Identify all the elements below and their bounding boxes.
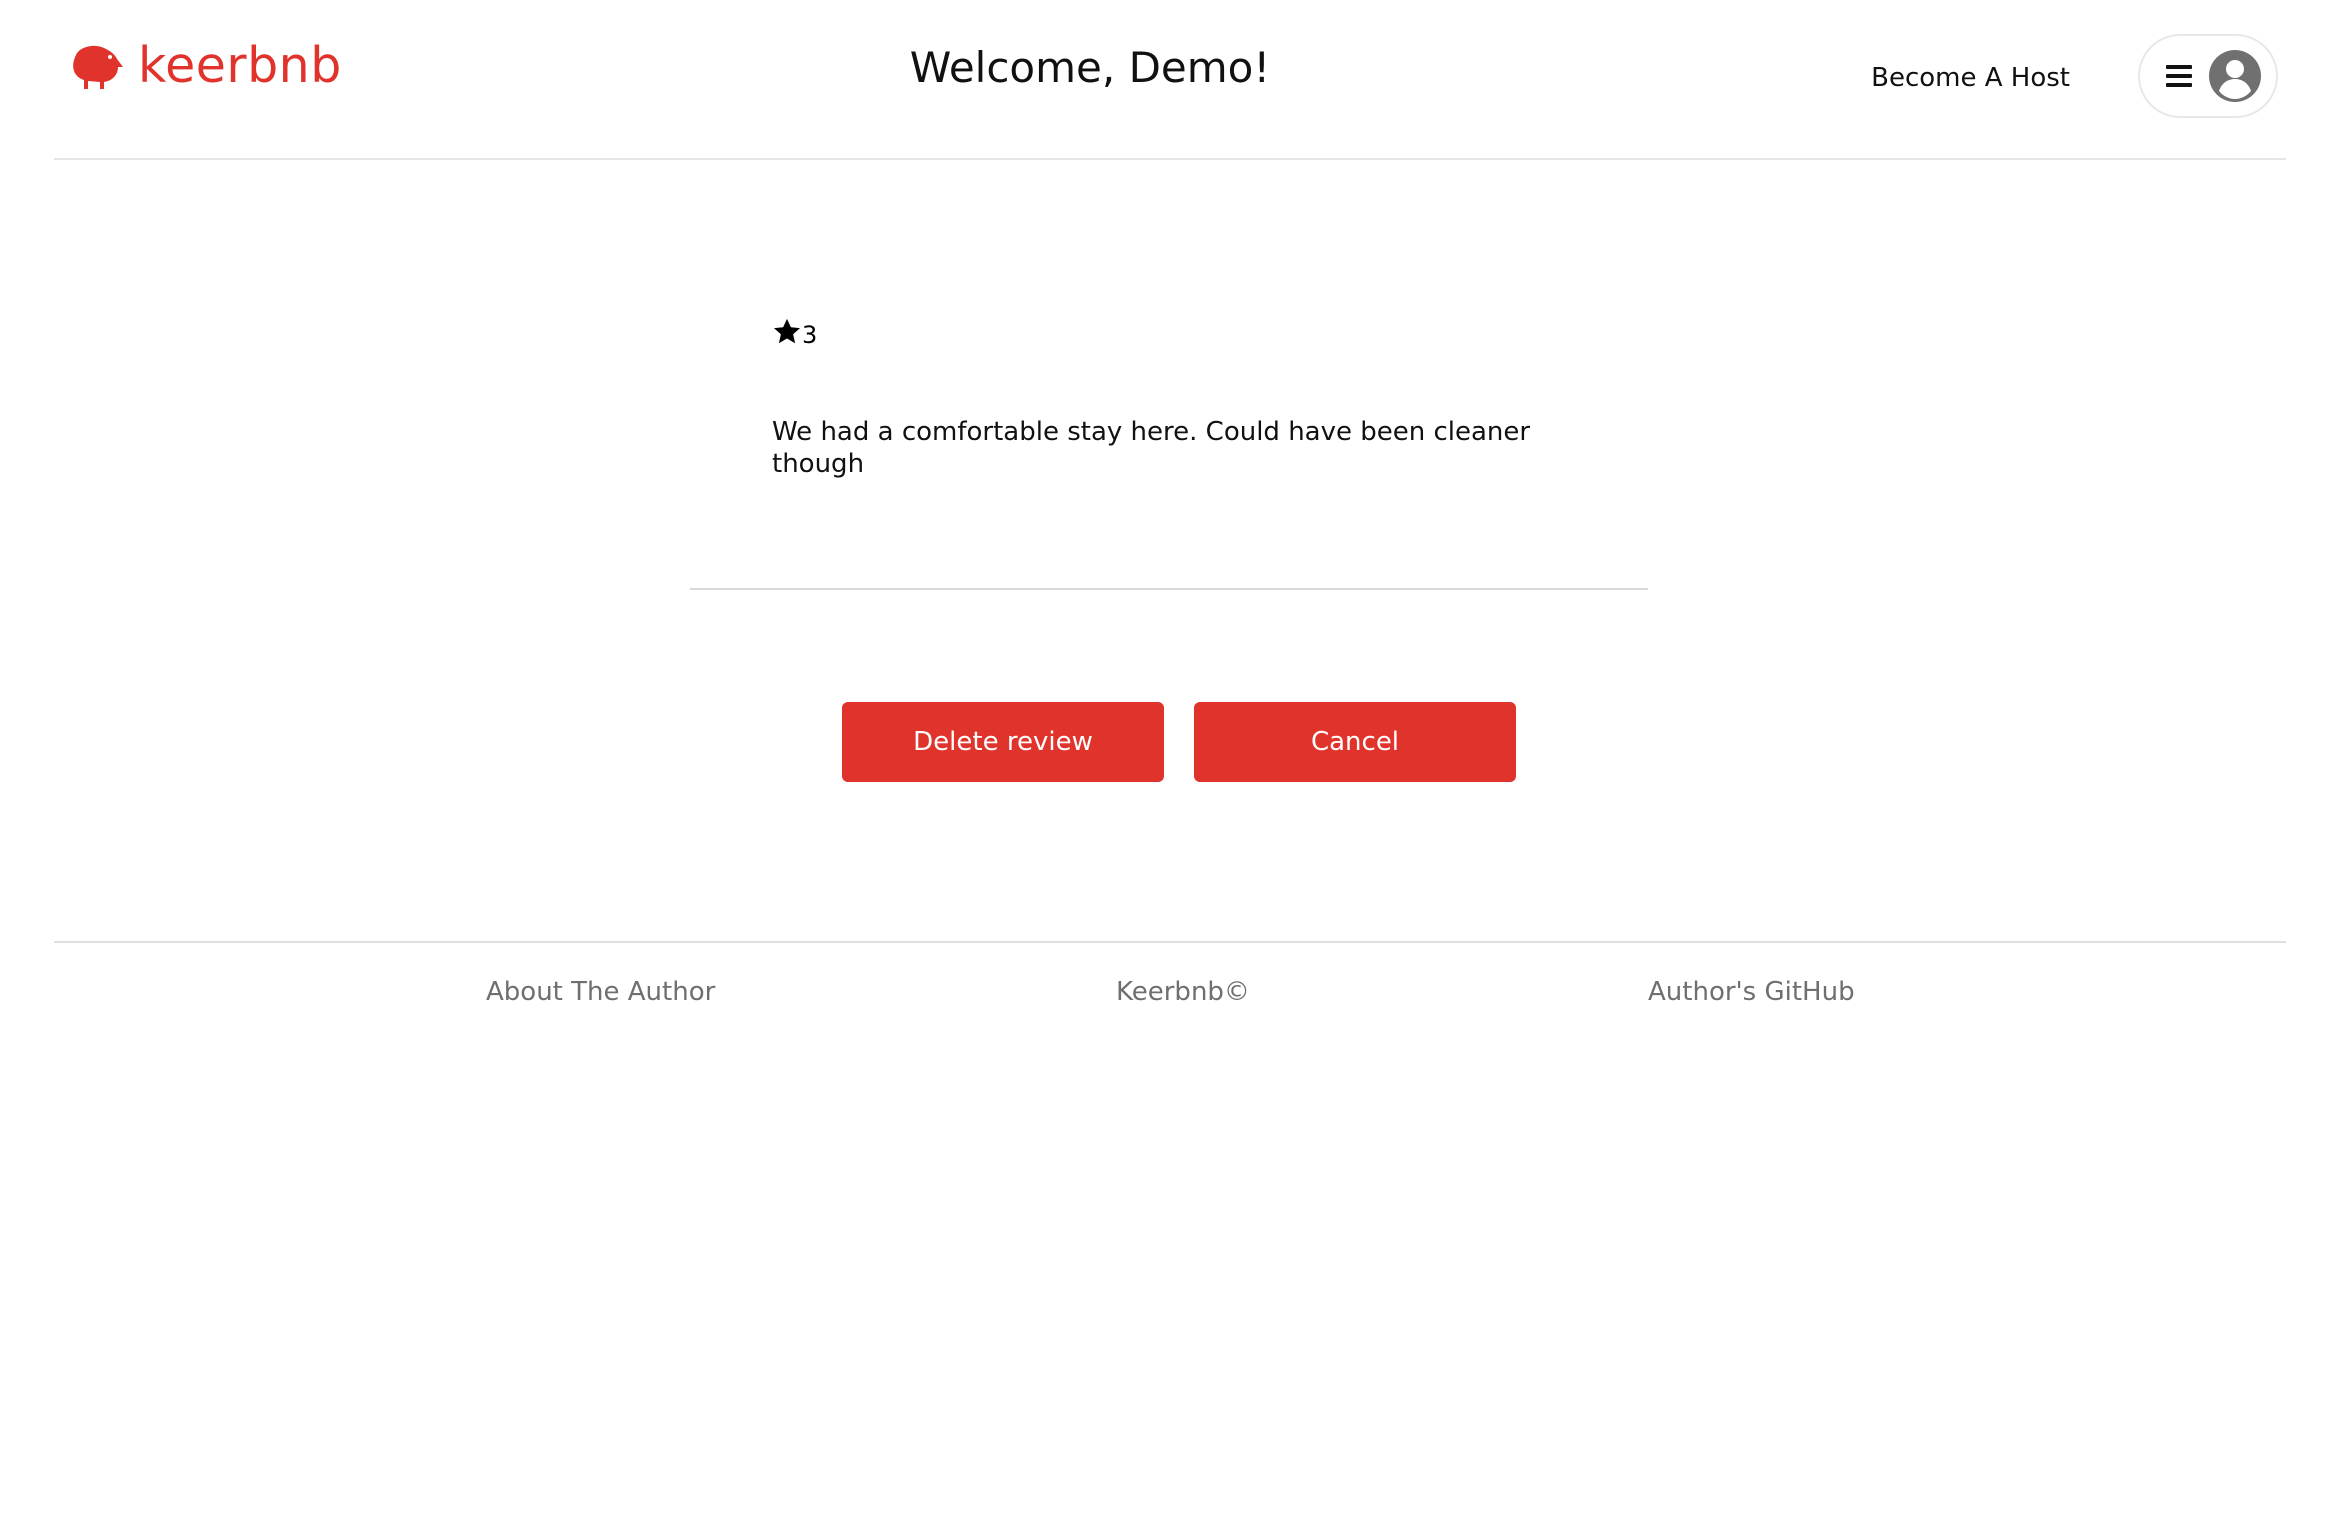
cancel-button[interactable]: Cancel [1194, 702, 1516, 782]
footer-brand: Keerbnb© [1116, 977, 1250, 1007]
about-author-link[interactable]: About The Author [486, 972, 715, 1012]
review-text: We had a comfortable stay here. Could ha… [772, 417, 1531, 479]
hamburger-menu-icon [2166, 65, 2192, 87]
delete-review-button[interactable]: Delete review [842, 702, 1164, 782]
header-divider [54, 158, 2286, 160]
review-rating: 3 [772, 312, 1572, 352]
become-host-link[interactable]: Become A Host [1860, 58, 2070, 98]
footer-divider [54, 941, 2286, 943]
profile-menu-button[interactable] [2138, 34, 2278, 118]
author-github-link[interactable]: Author's GitHub [1648, 972, 1855, 1012]
star-icon [774, 318, 800, 344]
welcome-heading: Welcome, Demo! [909, 43, 1271, 92]
review-divider [690, 588, 1648, 590]
top-navbar: keerbnb Welcome, Demo! Become A Host [0, 0, 2334, 160]
rating-value: 3 [802, 321, 818, 349]
review-card: 3 We had a comfortable stay here. Could … [772, 312, 1572, 480]
user-avatar-icon [2209, 50, 2261, 102]
